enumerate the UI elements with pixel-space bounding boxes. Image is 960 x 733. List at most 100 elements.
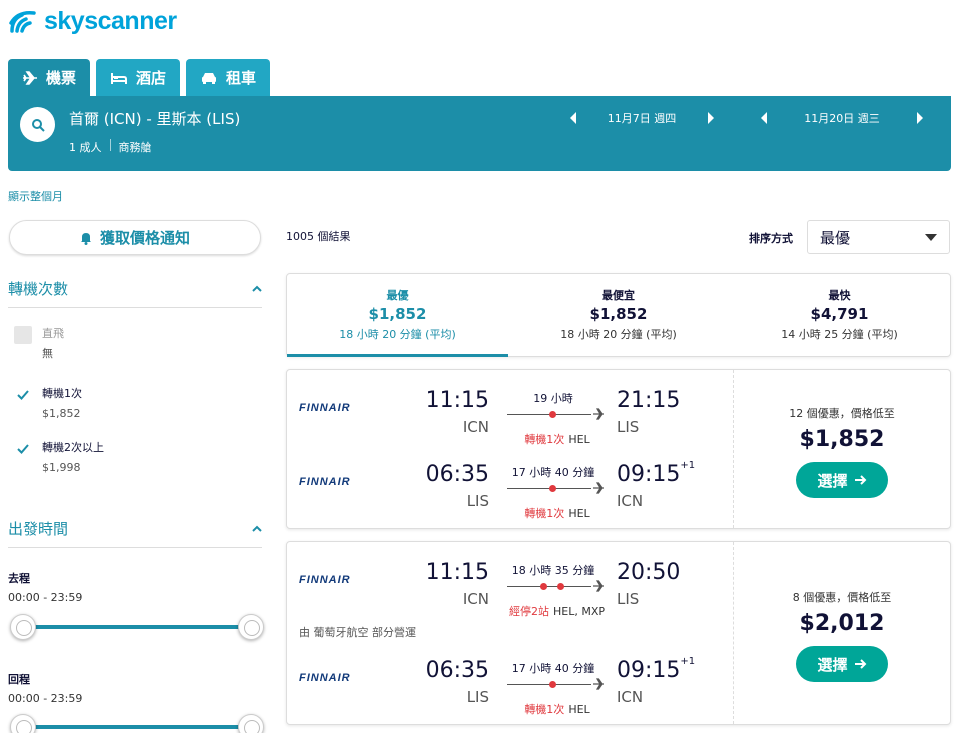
stop-airports: HEL, MXP <box>552 605 605 618</box>
return-date-picker: 11月20日 週三 <box>755 109 929 127</box>
sort-tabs: 最優 $1,852 18 小時 20 分鐘 (平均) 最便宜 $1,852 18… <box>286 273 951 357</box>
depart-date[interactable]: 11月7日 週四 <box>582 110 702 126</box>
stops-count: 經停2站 <box>508 605 549 618</box>
tab-hotels[interactable]: 酒店 <box>96 59 181 96</box>
filter-label: 轉機2次以上 <box>42 441 104 454</box>
caret-down-icon <box>925 233 937 241</box>
sort-tab-fastest[interactable]: 最快 $4,791 14 小時 25 分鐘 (平均) <box>729 274 950 356</box>
filter-price: $1,852 <box>42 407 81 420</box>
sort-tab-price: $1,852 <box>589 305 648 323</box>
sort-tab-cheapest[interactable]: 最便宜 $1,852 18 小時 20 分鐘 (平均) <box>508 274 729 356</box>
arrow-right-icon <box>854 475 866 485</box>
price-alert-label: 獲取價格通知 <box>99 229 190 247</box>
checkmark-icon <box>17 444 29 454</box>
slider-track <box>22 725 252 729</box>
tab-flights[interactable]: 機票 <box>8 59 91 96</box>
chevron-left-icon <box>570 112 576 124</box>
arrival-time: 09:15 <box>617 658 681 683</box>
sort-tab-title: 最便宜 <box>602 289 635 302</box>
day-offset: +1 <box>680 656 696 667</box>
one-stop-checkbox[interactable] <box>14 386 32 404</box>
depart-date-picker: 11月7日 週四 <box>564 109 720 127</box>
price-alert-button[interactable]: 獲取價格通知 <box>9 220 261 255</box>
return-time-slider[interactable] <box>10 714 264 733</box>
departure-airport: LIS <box>466 492 489 510</box>
bed-icon <box>111 72 128 84</box>
select-label: 選擇 <box>817 655 848 674</box>
return-time-range: 00:00 - 23:59 <box>8 692 83 705</box>
price-panel: 8 個優惠，價格低至 $2,012 選擇 <box>734 542 950 724</box>
sort-tab-duration: 18 小時 20 分鐘 (平均) <box>339 328 456 341</box>
outbound-time-slider[interactable] <box>10 614 264 640</box>
edit-search-button[interactable] <box>20 107 55 142</box>
select-label: 選擇 <box>817 471 848 490</box>
slider-min-handle[interactable] <box>10 714 36 733</box>
slider-max-handle[interactable] <box>238 614 264 640</box>
select-button[interactable]: 選擇 <box>796 646 888 682</box>
stop-airports: HEL <box>568 433 590 446</box>
skyscanner-logo[interactable]: skyscanner <box>8 6 177 36</box>
bell-icon <box>80 232 91 245</box>
stop-dot <box>549 411 556 418</box>
slider-min-handle[interactable] <box>10 614 36 640</box>
departure-airport: LIS <box>466 688 489 706</box>
filter-price: $1,998 <box>42 461 81 474</box>
tab-label: 機票 <box>46 69 77 87</box>
sort-dropdown[interactable]: 最優 <box>807 220 950 254</box>
itinerary-card[interactable]: FINNAIR 11:15 ICN 19 小時 21:15 LIS 轉機1次 HE… <box>286 369 951 529</box>
stop-airports: HEL <box>568 703 590 716</box>
slider-max-handle[interactable] <box>238 714 264 733</box>
results-count: 1005 個結果 <box>286 230 351 243</box>
sort-tab-duration: 14 小時 25 分鐘 (平均) <box>781 328 898 341</box>
stops-count: 轉機1次 <box>524 433 565 446</box>
filter-label: 直飛 <box>42 327 64 340</box>
filter-one-stop[interactable]: 轉機1次 $1,852 <box>14 386 82 421</box>
prev-return-date-button[interactable] <box>755 109 773 127</box>
stop-dot <box>549 681 556 688</box>
show-whole-month-link[interactable]: 顯示整個月 <box>8 188 63 204</box>
next-depart-date-button[interactable] <box>702 109 720 127</box>
chevron-right-icon <box>708 112 714 124</box>
departure-time: 11:15 <box>425 388 489 413</box>
stops-count: 轉機1次 <box>524 703 565 716</box>
filter-two-plus-stops[interactable]: 轉機2次以上 $1,998 <box>14 440 104 475</box>
arrow-right-icon <box>854 659 866 669</box>
plane-icon <box>23 70 37 85</box>
prev-depart-date-button[interactable] <box>564 109 582 127</box>
passenger-cabin-info[interactable]: 1 成人 商務艙 <box>69 139 152 155</box>
plane-icon <box>593 482 604 494</box>
chevron-left-icon <box>761 112 767 124</box>
return-leg: FINNAIR 06:35 LIS 17 小時 40 分鐘 09:15+1 IC… <box>287 646 733 716</box>
return-date[interactable]: 11月20日 週三 <box>773 110 911 126</box>
route-line <box>507 586 591 587</box>
departure-time: 06:35 <box>425 658 489 683</box>
price-panel: 12 個優惠，價格低至 $1,852 選擇 <box>734 370 950 528</box>
plane-icon <box>593 408 604 420</box>
day-offset: +1 <box>680 460 696 471</box>
filter-price: 無 <box>42 347 53 360</box>
route-text[interactable]: 首爾 (ICN) - 里斯本 (LIS) <box>69 108 240 129</box>
return-leg: FINNAIR 06:35 LIS 17 小時 40 分鐘 09:15+1 IC… <box>287 450 733 520</box>
departure-airport: ICN <box>462 590 489 608</box>
tab-cars[interactable]: 租車 <box>186 59 271 96</box>
next-return-date-button[interactable] <box>911 109 929 127</box>
arrival-time: 21:15 <box>617 388 681 413</box>
sort-tab-best[interactable]: 最優 $1,852 18 小時 20 分鐘 (平均) <box>287 274 508 357</box>
product-tabs: 機票 酒店 租車 <box>8 59 271 96</box>
sort-tab-title: 最快 <box>828 289 851 302</box>
price: $2,012 <box>799 611 885 636</box>
time-filter-header[interactable]: 出發時間 <box>8 518 262 548</box>
two-plus-stops-checkbox[interactable] <box>14 440 32 458</box>
direct-checkbox <box>14 326 32 344</box>
arrival-time: 09:15 <box>617 462 681 487</box>
sort-label: 排序方式 <box>749 232 793 245</box>
stop-airports: HEL <box>568 507 590 520</box>
outbound-leg: FINNAIR 11:15 ICN 19 小時 21:15 LIS 轉機1次 HE… <box>287 376 733 446</box>
itinerary-card[interactable]: FINNAIR 11:15 ICN 18 小時 35 分鐘 20:50 LIS … <box>286 541 951 725</box>
flight-duration: 18 小時 35 分鐘 <box>511 564 595 577</box>
departure-airport: ICN <box>462 418 489 436</box>
select-button[interactable]: 選擇 <box>796 462 888 498</box>
stop-dot <box>549 485 556 492</box>
stop-dot <box>540 583 547 590</box>
stops-filter-header[interactable]: 轉機次數 <box>8 278 262 308</box>
